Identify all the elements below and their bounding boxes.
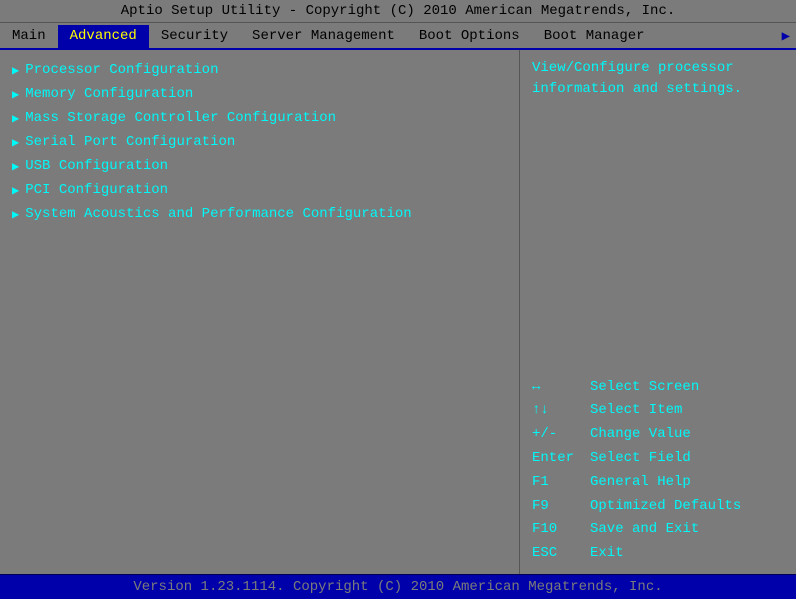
menu-item-arrow-icon: ▶ xyxy=(12,207,19,222)
key-desc: Optimized Defaults xyxy=(590,495,741,519)
left-panel: ▶ Processor Configuration ▶ Memory Configur… xyxy=(0,50,520,574)
key-help-row: ↔ Select Screen xyxy=(532,376,784,400)
title-bar: Aptio Setup Utility - Copyright (C) 2010… xyxy=(0,0,796,23)
key-desc: Change Value xyxy=(590,423,691,447)
menu-item-arrow-icon: ▶ xyxy=(12,183,19,198)
key-desc: Save and Exit xyxy=(590,518,699,542)
nav-item-server-management[interactable]: Server Management xyxy=(240,25,407,48)
key-help-row: F9 Optimized Defaults xyxy=(532,495,784,519)
key-help-row: +/- Change Value xyxy=(532,423,784,447)
menu-item-label: System Acoustics and Performance Configu… xyxy=(25,206,411,222)
footer-text: Version 1.23.1114. Copyright (C) 2010 Am… xyxy=(133,579,662,595)
key-desc: Exit xyxy=(590,542,624,566)
key-name: F10 xyxy=(532,518,582,542)
key-name: ESC xyxy=(532,542,582,566)
right-panel: View/Configure processor information and… xyxy=(520,50,796,574)
nav-item-main[interactable]: Main xyxy=(0,25,58,48)
key-help: ↔ Select Screen ↑↓ Select Item +/- Change Val… xyxy=(532,376,784,566)
nav-item-boot-manager[interactable]: Boot Manager xyxy=(532,25,657,48)
key-help-row: ↑↓ Select Item xyxy=(532,399,784,423)
menu-item-label: USB Configuration xyxy=(25,158,168,174)
key-desc: General Help xyxy=(590,471,691,495)
nav-bar: MainAdvancedSecurityServer ManagementBoo… xyxy=(0,23,796,50)
menu-item-label: PCI Configuration xyxy=(25,182,168,198)
nav-item-security[interactable]: Security xyxy=(149,25,240,48)
menu-item[interactable]: ▶ Serial Port Configuration xyxy=(10,130,509,154)
menu-item-arrow-icon: ▶ xyxy=(12,159,19,174)
key-desc: Select Field xyxy=(590,447,691,471)
key-desc: Select Item xyxy=(590,399,682,423)
menu-item-arrow-icon: ▶ xyxy=(12,87,19,102)
key-name: ↔ xyxy=(532,376,582,400)
title-text: Aptio Setup Utility - Copyright (C) 2010… xyxy=(121,3,676,19)
menu-item[interactable]: ▶ Memory Configuration xyxy=(10,82,509,106)
nav-item-boot-options[interactable]: Boot Options xyxy=(407,25,532,48)
key-desc: Select Screen xyxy=(590,376,699,400)
main-content: ▶ Processor Configuration ▶ Memory Configur… xyxy=(0,50,796,574)
menu-item[interactable]: ▶ Processor Configuration xyxy=(10,58,509,82)
nav-arrow-right: ▶ xyxy=(776,25,796,48)
menu-item[interactable]: ▶ System Acoustics and Performance Config… xyxy=(10,202,509,226)
menu-item-label: Mass Storage Controller Configuration xyxy=(25,110,336,126)
nav-item-advanced[interactable]: Advanced xyxy=(58,25,149,48)
key-name: F9 xyxy=(532,495,582,519)
key-help-row: Enter Select Field xyxy=(532,447,784,471)
menu-item[interactable]: ▶ USB Configuration xyxy=(10,154,509,178)
key-help-row: F1 General Help xyxy=(532,471,784,495)
menu-item-label: Serial Port Configuration xyxy=(25,134,235,150)
footer: Version 1.23.1114. Copyright (C) 2010 Am… xyxy=(0,574,796,599)
key-name: F1 xyxy=(532,471,582,495)
menu-item-arrow-icon: ▶ xyxy=(12,63,19,78)
menu-item-label: Memory Configuration xyxy=(25,86,193,102)
menu-item-arrow-icon: ▶ xyxy=(12,111,19,126)
key-name: Enter xyxy=(532,447,582,471)
menu-item[interactable]: ▶ PCI Configuration xyxy=(10,178,509,202)
key-help-row: F10 Save and Exit xyxy=(532,518,784,542)
key-name: ↑↓ xyxy=(532,399,582,423)
menu-item-label: Processor Configuration xyxy=(25,62,218,78)
help-text: View/Configure processor information and… xyxy=(532,58,784,100)
menu-item-arrow-icon: ▶ xyxy=(12,135,19,150)
key-name: +/- xyxy=(532,423,582,447)
key-help-row: ESC Exit xyxy=(532,542,784,566)
menu-item[interactable]: ▶ Mass Storage Controller Configuration xyxy=(10,106,509,130)
